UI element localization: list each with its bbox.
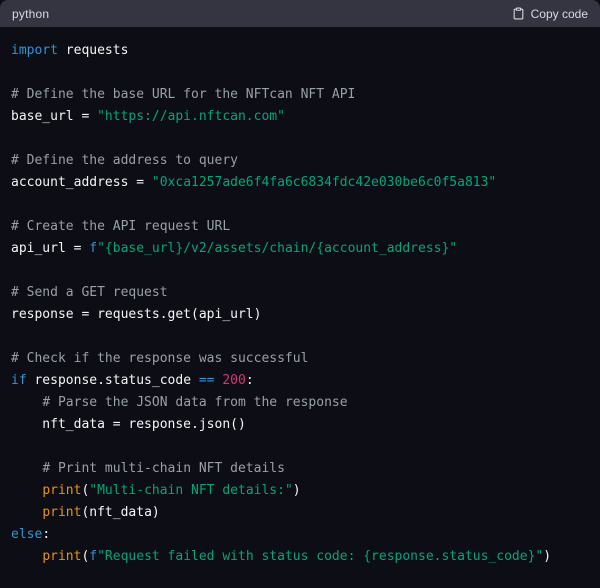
code-token-pl: api_url = <box>11 241 89 256</box>
code-token-str: "Multi-chain NFT details:" <box>89 483 293 498</box>
code-line: else: <box>11 524 589 546</box>
code-token-pl <box>11 549 42 564</box>
code-token-pl: requests <box>58 43 128 58</box>
code-token-fn: print <box>42 505 81 520</box>
code-token-pl: ) <box>543 549 551 564</box>
code-token-pl <box>11 461 42 476</box>
code-line: account_address = "0xca1257ade6f4fa6c683… <box>11 172 589 194</box>
code-line <box>11 436 589 458</box>
copy-code-button[interactable]: Copy code <box>512 7 588 21</box>
code-line: print(nft_data) <box>11 502 589 524</box>
code-line: # Print multi-chain NFT details <box>11 458 589 480</box>
code-token-kw: f <box>89 241 97 256</box>
code-token-com: # Send a GET request <box>11 285 168 300</box>
code-token-str: "{base_url}/v2/assets/chain/{account_add… <box>97 241 457 256</box>
code-line: # Check if the response was successful <box>11 348 589 370</box>
clipboard-icon <box>512 7 525 20</box>
code-token-com: # Create the API request URL <box>11 219 230 234</box>
code-language-label: python <box>12 7 49 21</box>
code-token-str: "Request failed with status code: {respo… <box>97 549 543 564</box>
code-line: api_url = f"{base_url}/v2/assets/chain/{… <box>11 238 589 260</box>
code-token-kw: else <box>11 527 42 542</box>
code-line: # Create the API request URL <box>11 216 589 238</box>
code-token-pl <box>11 483 42 498</box>
code-token-pl: response = requests.get(api_url) <box>11 307 261 322</box>
code-block-header: python Copy code <box>0 0 600 27</box>
code-token-fn: print <box>42 483 81 498</box>
code-token-com: # Parse the JSON data from the response <box>42 395 347 410</box>
code-line <box>11 326 589 348</box>
code-token-kw: f <box>89 549 97 564</box>
code-line: # Define the base URL for the NFTcan NFT… <box>11 84 589 106</box>
code-token-str: "0xca1257ade6f4fa6c6834fdc42e030be6c0f5a… <box>152 175 496 190</box>
code-token-pl: : <box>42 527 50 542</box>
code-line: if response.status_code == 200: <box>11 370 589 392</box>
code-token-com: # Print multi-chain NFT details <box>42 461 285 476</box>
code-token-pl: account_address = <box>11 175 152 190</box>
code-line: # Define the address to query <box>11 150 589 172</box>
code-token-pl <box>11 505 42 520</box>
code-token-com: # Define the address to query <box>11 153 238 168</box>
code-line: response = requests.get(api_url) <box>11 304 589 326</box>
code-token-pl: (nft_data) <box>81 505 159 520</box>
code-line: # Parse the JSON data from the response <box>11 392 589 414</box>
code-line: nft_data = response.json() <box>11 414 589 436</box>
code-line <box>11 128 589 150</box>
code-token-pl: response.status_code <box>27 373 199 388</box>
code-token-fn: print <box>42 549 81 564</box>
code-token-pl: nft_data = response.json() <box>11 417 246 432</box>
code-content: import requests # Define the base URL fo… <box>0 27 600 588</box>
code-line: print(f"Request failed with status code:… <box>11 546 589 568</box>
code-token-com: # Check if the response was successful <box>11 351 308 366</box>
code-token-str: "https://api.nftcan.com" <box>97 109 285 124</box>
code-line: # Send a GET request <box>11 282 589 304</box>
code-token-pl: ) <box>293 483 301 498</box>
code-line <box>11 62 589 84</box>
code-token-pl <box>11 395 42 410</box>
code-line <box>11 260 589 282</box>
copy-code-label: Copy code <box>531 7 588 21</box>
code-token-pl: : <box>246 373 254 388</box>
code-line: print("Multi-chain NFT details:") <box>11 480 589 502</box>
code-token-kw: == <box>199 373 215 388</box>
code-token-kw: if <box>11 373 27 388</box>
code-line <box>11 194 589 216</box>
code-token-pl: base_url = <box>11 109 97 124</box>
code-token-kw: import <box>11 43 58 58</box>
code-line: base_url = "https://api.nftcan.com" <box>11 106 589 128</box>
code-token-num: 200 <box>222 373 245 388</box>
code-block: python Copy code import requests # Defin… <box>0 0 600 588</box>
code-token-com: # Define the base URL for the NFTcan NFT… <box>11 87 355 102</box>
code-line: import requests <box>11 40 589 62</box>
